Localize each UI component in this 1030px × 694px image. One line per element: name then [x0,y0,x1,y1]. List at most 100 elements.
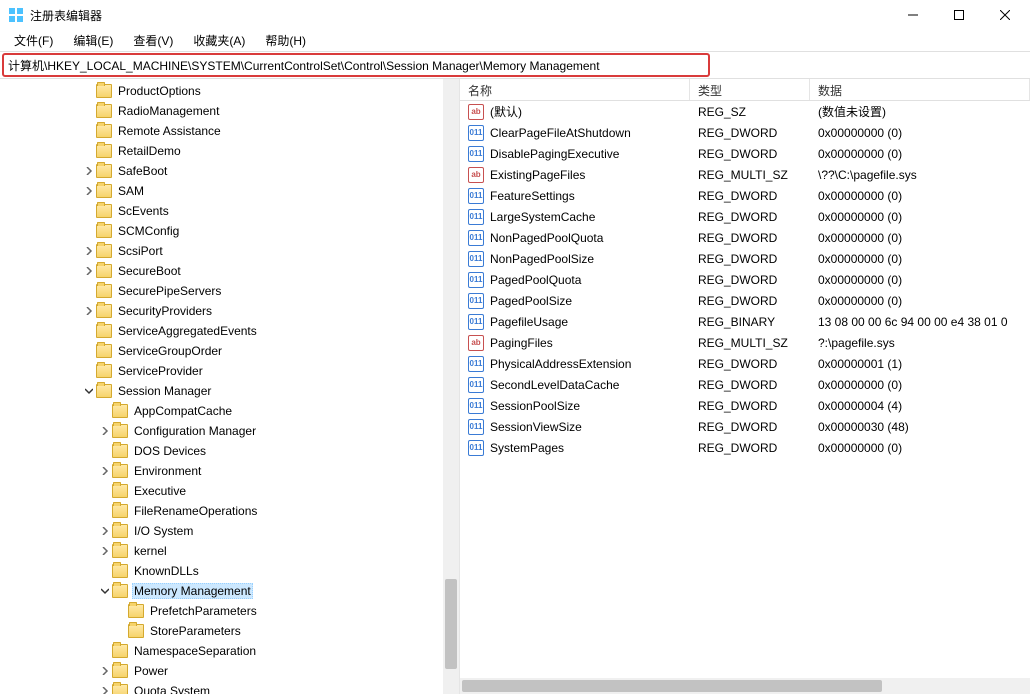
tree-item[interactable]: ProductOptions [0,81,459,101]
tree-item[interactable]: ServiceGroupOrder [0,341,459,361]
chevron-right-icon[interactable] [82,164,96,178]
value-row[interactable]: 011LargeSystemCacheREG_DWORD0x00000000 (… [460,206,1030,227]
folder-icon [128,604,144,618]
tree-item[interactable]: AppCompatCache [0,401,459,421]
value-row[interactable]: 011SessionPoolSizeREG_DWORD0x00000004 (4… [460,395,1030,416]
column-header-type[interactable]: 类型 [690,79,810,100]
value-row[interactable]: 011PagefileUsageREG_BINARY13 08 00 00 6c… [460,311,1030,332]
chevron-right-icon[interactable] [98,664,112,678]
value-row[interactable]: abPagingFilesREG_MULTI_SZ?:\pagefile.sys [460,332,1030,353]
value-name: PagedPoolSize [490,294,572,308]
value-name: PagedPoolQuota [490,273,581,287]
registry-tree[interactable]: ProductOptions RadioManagement Remote Assi… [0,79,459,694]
value-row[interactable]: 011PhysicalAddressExtensionREG_DWORD0x00… [460,353,1030,374]
tree-vertical-scrollbar[interactable] [443,79,459,694]
value-row[interactable]: ab(默认)REG_SZ(数值未设置) [460,101,1030,122]
tree-item[interactable]: Memory Management [0,581,459,601]
tree-item[interactable]: Environment [0,461,459,481]
minimize-button[interactable] [890,0,936,30]
main-area: ProductOptions RadioManagement Remote Assi… [0,78,1030,694]
tree-item[interactable]: StoreParameters [0,621,459,641]
maximize-button[interactable] [936,0,982,30]
tree-item[interactable]: Session Manager [0,381,459,401]
menu-edit[interactable]: 编辑(E) [65,30,121,51]
value-row[interactable]: 011NonPagedPoolQuotaREG_DWORD0x00000000 … [460,227,1030,248]
tree-item[interactable]: SecurePipeServers [0,281,459,301]
chevron-right-icon[interactable] [98,424,112,438]
tree-item[interactable]: SecureBoot [0,261,459,281]
folder-icon [112,664,128,678]
values-list[interactable]: ab(默认)REG_SZ(数值未设置)011ClearPageFileAtShu… [460,101,1030,678]
tree-item-label: KnownDLLs [132,564,201,578]
menu-help[interactable]: 帮助(H) [257,30,314,51]
tree-item-label: Environment [132,464,203,478]
value-type: REG_DWORD [690,147,810,161]
value-row[interactable]: abExistingPageFilesREG_MULTI_SZ\??\C:\pa… [460,164,1030,185]
chevron-right-icon[interactable] [98,524,112,538]
tree-item[interactable]: NamespaceSeparation [0,641,459,661]
folder-icon [112,524,128,538]
value-row[interactable]: 011SessionViewSizeREG_DWORD0x00000030 (4… [460,416,1030,437]
close-button[interactable] [982,0,1028,30]
folder-icon [112,404,128,418]
value-row[interactable]: 011ClearPageFileAtShutdownREG_DWORD0x000… [460,122,1030,143]
chevron-right-icon[interactable] [98,544,112,558]
value-row[interactable]: 011SecondLevelDataCacheREG_DWORD0x000000… [460,374,1030,395]
value-row[interactable]: 011DisablePagingExecutiveREG_DWORD0x0000… [460,143,1030,164]
value-data: 0x00000000 (0) [810,189,1030,203]
tree-item[interactable]: FileRenameOperations [0,501,459,521]
value-data: 0x00000000 (0) [810,252,1030,266]
tree-item[interactable]: ServiceAggregatedEvents [0,321,459,341]
tree-item-label: Remote Assistance [116,124,223,138]
chevron-right-icon[interactable] [82,244,96,258]
tree-item[interactable]: SAM [0,181,459,201]
tree-item[interactable]: SafeBoot [0,161,459,181]
address-bar[interactable]: 计算机\HKEY_LOCAL_MACHINE\SYSTEM\CurrentCon… [2,53,710,77]
tree-item[interactable]: kernel [0,541,459,561]
column-header-name[interactable]: 名称 [460,79,690,100]
scrollbar-thumb[interactable] [462,680,882,692]
tree-item[interactable]: KnownDLLs [0,561,459,581]
tree-item[interactable]: ScsiPort [0,241,459,261]
folder-icon [96,324,112,338]
value-type: REG_DWORD [690,231,810,245]
tree-item[interactable]: Quota System [0,681,459,694]
tree-item[interactable]: SecurityProviders [0,301,459,321]
chevron-right-icon[interactable] [82,264,96,278]
tree-item[interactable]: SCMConfig [0,221,459,241]
tree-item[interactable]: Power [0,661,459,681]
tree-item[interactable]: I/O System [0,521,459,541]
value-row[interactable]: 011PagedPoolQuotaREG_DWORD0x00000000 (0) [460,269,1030,290]
chevron-right-icon[interactable] [82,304,96,318]
tree-item[interactable]: Configuration Manager [0,421,459,441]
tree-pane: ProductOptions RadioManagement Remote Assi… [0,79,460,694]
tree-item[interactable]: RetailDemo [0,141,459,161]
tree-item[interactable]: Executive [0,481,459,501]
tree-item-label: ProductOptions [116,84,203,98]
column-header-data[interactable]: 数据 [810,79,1030,100]
tree-item[interactable]: Remote Assistance [0,121,459,141]
chevron-right-icon[interactable] [82,184,96,198]
value-row[interactable]: 011SystemPagesREG_DWORD0x00000000 (0) [460,437,1030,458]
value-row[interactable]: 011FeatureSettingsREG_DWORD0x00000000 (0… [460,185,1030,206]
tree-item[interactable]: RadioManagement [0,101,459,121]
chevron-right-icon[interactable] [98,464,112,478]
menu-view[interactable]: 查看(V) [125,30,181,51]
tree-item[interactable]: ServiceProvider [0,361,459,381]
value-row[interactable]: 011PagedPoolSizeREG_DWORD0x00000000 (0) [460,290,1030,311]
menu-favorites[interactable]: 收藏夹(A) [185,30,253,51]
chevron-down-icon[interactable] [98,584,112,598]
value-name: (默认) [490,103,522,120]
tree-item[interactable]: ScEvents [0,201,459,221]
chevron-right-icon[interactable] [98,684,112,694]
tree-item[interactable]: DOS Devices [0,441,459,461]
scrollbar-thumb[interactable] [445,579,457,669]
folder-icon [128,624,144,638]
folder-icon [96,204,112,218]
menu-file[interactable]: 文件(F) [6,30,61,51]
list-horizontal-scrollbar[interactable] [460,678,1030,694]
chevron-down-icon[interactable] [82,384,96,398]
tree-item[interactable]: PrefetchParameters [0,601,459,621]
value-row[interactable]: 011NonPagedPoolSizeREG_DWORD0x00000000 (… [460,248,1030,269]
value-name: DisablePagingExecutive [490,147,619,161]
